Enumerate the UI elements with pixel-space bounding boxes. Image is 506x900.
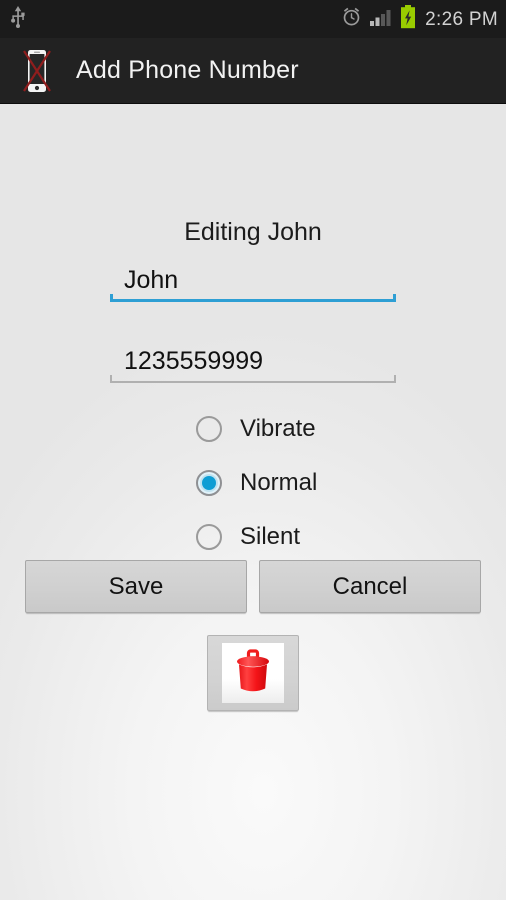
action-bar: Add Phone Number bbox=[0, 38, 506, 104]
radio-label-vibrate: Vibrate bbox=[240, 415, 316, 442]
status-bar-right: 2:26 PM bbox=[341, 4, 498, 34]
radio-button-silent[interactable] bbox=[196, 524, 222, 550]
delete-button[interactable] bbox=[207, 635, 299, 711]
phone-disabled-icon[interactable] bbox=[20, 48, 54, 94]
radio-button-normal[interactable] bbox=[196, 470, 222, 496]
phone-number-input-underline bbox=[110, 375, 396, 383]
radio-option-vibrate[interactable]: Vibrate bbox=[196, 402, 456, 456]
signal-bars-icon bbox=[369, 7, 393, 32]
name-input[interactable]: John bbox=[110, 260, 396, 302]
radio-option-normal[interactable]: Normal bbox=[196, 456, 456, 510]
phone-number-input[interactable]: 1235559999 bbox=[110, 341, 396, 383]
ringer-mode-radio-group: Vibrate Normal Silent bbox=[196, 402, 456, 564]
alarm-clock-icon bbox=[341, 6, 362, 32]
status-bar-left bbox=[9, 5, 27, 33]
save-button[interactable]: Save bbox=[25, 560, 247, 613]
cancel-button[interactable]: Cancel bbox=[259, 560, 481, 613]
radio-button-vibrate[interactable] bbox=[196, 416, 222, 442]
trash-can-icon bbox=[231, 648, 275, 699]
action-button-row: Save Cancel bbox=[25, 560, 481, 613]
usb-icon bbox=[9, 5, 27, 33]
radio-label-normal: Normal bbox=[240, 469, 318, 496]
status-bar-clock: 2:26 PM bbox=[425, 8, 498, 30]
radio-label-silent: Silent bbox=[240, 523, 301, 550]
phone-screen: 2:26 PM Add Phone Number Editing John Jo… bbox=[0, 0, 506, 900]
page-title: Add Phone Number bbox=[76, 56, 299, 84]
form-content: Editing John John 1235559999 Vibrate Nor… bbox=[0, 105, 506, 900]
radio-option-silent[interactable]: Silent bbox=[196, 510, 456, 564]
battery-charging-icon bbox=[400, 4, 416, 34]
status-bar: 2:26 PM bbox=[0, 0, 506, 38]
name-input-underline bbox=[110, 294, 396, 302]
editing-heading: Editing John bbox=[184, 218, 322, 246]
delete-icon-plate bbox=[222, 643, 284, 703]
